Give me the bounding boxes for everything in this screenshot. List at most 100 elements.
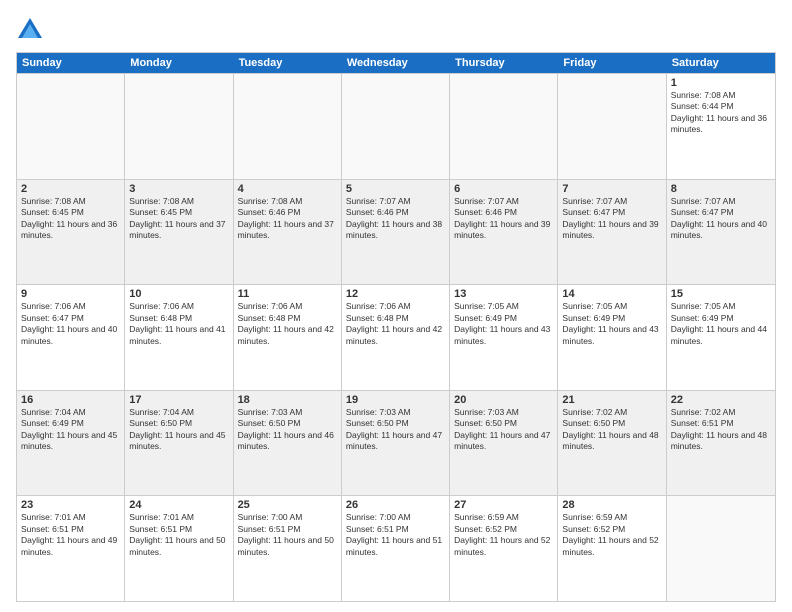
day-info: Sunrise: 7:08 AM Sunset: 6:44 PM Dayligh…	[671, 90, 771, 136]
day-info: Sunrise: 7:07 AM Sunset: 6:46 PM Dayligh…	[346, 196, 445, 242]
day-cell-2: 2Sunrise: 7:08 AM Sunset: 6:45 PM Daylig…	[17, 180, 125, 285]
day-info: Sunrise: 7:05 AM Sunset: 6:49 PM Dayligh…	[454, 301, 553, 347]
day-info: Sunrise: 7:07 AM Sunset: 6:47 PM Dayligh…	[562, 196, 661, 242]
day-cell-9: 9Sunrise: 7:06 AM Sunset: 6:47 PM Daylig…	[17, 285, 125, 390]
day-info: Sunrise: 7:06 AM Sunset: 6:48 PM Dayligh…	[238, 301, 337, 347]
day-info: Sunrise: 7:06 AM Sunset: 6:48 PM Dayligh…	[346, 301, 445, 347]
day-cell-7: 7Sunrise: 7:07 AM Sunset: 6:47 PM Daylig…	[558, 180, 666, 285]
day-info: Sunrise: 7:06 AM Sunset: 6:47 PM Dayligh…	[21, 301, 120, 347]
day-number: 20	[454, 394, 553, 406]
day-number: 22	[671, 394, 771, 406]
day-cell-23: 23Sunrise: 7:01 AM Sunset: 6:51 PM Dayli…	[17, 496, 125, 601]
header-day-saturday: Saturday	[667, 53, 775, 73]
header-day-sunday: Sunday	[17, 53, 125, 73]
header-day-monday: Monday	[125, 53, 233, 73]
day-info: Sunrise: 7:07 AM Sunset: 6:47 PM Dayligh…	[671, 196, 771, 242]
day-number: 1	[671, 77, 771, 89]
day-info: Sunrise: 7:05 AM Sunset: 6:49 PM Dayligh…	[671, 301, 771, 347]
day-cell-empty-5	[558, 74, 666, 179]
day-number: 16	[21, 394, 120, 406]
day-info: Sunrise: 7:04 AM Sunset: 6:49 PM Dayligh…	[21, 407, 120, 453]
day-cell-15: 15Sunrise: 7:05 AM Sunset: 6:49 PM Dayli…	[667, 285, 775, 390]
day-number: 21	[562, 394, 661, 406]
day-cell-27: 27Sunrise: 6:59 AM Sunset: 6:52 PM Dayli…	[450, 496, 558, 601]
week-row-2: 2Sunrise: 7:08 AM Sunset: 6:45 PM Daylig…	[17, 179, 775, 285]
header-day-thursday: Thursday	[450, 53, 558, 73]
day-number: 2	[21, 183, 120, 195]
day-number: 9	[21, 288, 120, 300]
week-row-3: 9Sunrise: 7:06 AM Sunset: 6:47 PM Daylig…	[17, 284, 775, 390]
day-info: Sunrise: 7:08 AM Sunset: 6:46 PM Dayligh…	[238, 196, 337, 242]
day-number: 25	[238, 499, 337, 511]
day-number: 10	[129, 288, 228, 300]
day-cell-16: 16Sunrise: 7:04 AM Sunset: 6:49 PM Dayli…	[17, 391, 125, 496]
day-number: 7	[562, 183, 661, 195]
day-number: 13	[454, 288, 553, 300]
day-number: 23	[21, 499, 120, 511]
day-number: 28	[562, 499, 661, 511]
day-cell-empty-4	[450, 74, 558, 179]
day-number: 6	[454, 183, 553, 195]
day-cell-empty-6	[667, 496, 775, 601]
day-cell-24: 24Sunrise: 7:01 AM Sunset: 6:51 PM Dayli…	[125, 496, 233, 601]
day-info: Sunrise: 7:00 AM Sunset: 6:51 PM Dayligh…	[238, 512, 337, 558]
day-cell-3: 3Sunrise: 7:08 AM Sunset: 6:45 PM Daylig…	[125, 180, 233, 285]
header	[16, 16, 776, 44]
day-info: Sunrise: 7:08 AM Sunset: 6:45 PM Dayligh…	[21, 196, 120, 242]
day-cell-11: 11Sunrise: 7:06 AM Sunset: 6:48 PM Dayli…	[234, 285, 342, 390]
day-number: 27	[454, 499, 553, 511]
day-number: 4	[238, 183, 337, 195]
day-number: 17	[129, 394, 228, 406]
day-info: Sunrise: 7:03 AM Sunset: 6:50 PM Dayligh…	[238, 407, 337, 453]
day-number: 24	[129, 499, 228, 511]
day-number: 5	[346, 183, 445, 195]
day-cell-empty-3	[342, 74, 450, 179]
day-number: 14	[562, 288, 661, 300]
day-cell-21: 21Sunrise: 7:02 AM Sunset: 6:50 PM Dayli…	[558, 391, 666, 496]
day-cell-13: 13Sunrise: 7:05 AM Sunset: 6:49 PM Dayli…	[450, 285, 558, 390]
day-info: Sunrise: 7:01 AM Sunset: 6:51 PM Dayligh…	[129, 512, 228, 558]
day-info: Sunrise: 7:01 AM Sunset: 6:51 PM Dayligh…	[21, 512, 120, 558]
calendar: SundayMondayTuesdayWednesdayThursdayFrid…	[16, 52, 776, 602]
day-cell-12: 12Sunrise: 7:06 AM Sunset: 6:48 PM Dayli…	[342, 285, 450, 390]
day-info: Sunrise: 6:59 AM Sunset: 6:52 PM Dayligh…	[454, 512, 553, 558]
day-number: 8	[671, 183, 771, 195]
day-cell-8: 8Sunrise: 7:07 AM Sunset: 6:47 PM Daylig…	[667, 180, 775, 285]
day-info: Sunrise: 7:05 AM Sunset: 6:49 PM Dayligh…	[562, 301, 661, 347]
week-row-4: 16Sunrise: 7:04 AM Sunset: 6:49 PM Dayli…	[17, 390, 775, 496]
calendar-header: SundayMondayTuesdayWednesdayThursdayFrid…	[17, 53, 775, 73]
day-cell-empty-1	[125, 74, 233, 179]
header-day-wednesday: Wednesday	[342, 53, 450, 73]
page: SundayMondayTuesdayWednesdayThursdayFrid…	[0, 0, 792, 612]
day-cell-empty-0	[17, 74, 125, 179]
day-cell-19: 19Sunrise: 7:03 AM Sunset: 6:50 PM Dayli…	[342, 391, 450, 496]
day-number: 15	[671, 288, 771, 300]
day-cell-20: 20Sunrise: 7:03 AM Sunset: 6:50 PM Dayli…	[450, 391, 558, 496]
day-info: Sunrise: 7:02 AM Sunset: 6:50 PM Dayligh…	[562, 407, 661, 453]
day-cell-6: 6Sunrise: 7:07 AM Sunset: 6:46 PM Daylig…	[450, 180, 558, 285]
calendar-body: 1Sunrise: 7:08 AM Sunset: 6:44 PM Daylig…	[17, 73, 775, 601]
day-cell-18: 18Sunrise: 7:03 AM Sunset: 6:50 PM Dayli…	[234, 391, 342, 496]
day-info: Sunrise: 7:06 AM Sunset: 6:48 PM Dayligh…	[129, 301, 228, 347]
day-cell-22: 22Sunrise: 7:02 AM Sunset: 6:51 PM Dayli…	[667, 391, 775, 496]
day-number: 26	[346, 499, 445, 511]
day-number: 18	[238, 394, 337, 406]
logo	[16, 16, 48, 44]
day-cell-1: 1Sunrise: 7:08 AM Sunset: 6:44 PM Daylig…	[667, 74, 775, 179]
day-info: Sunrise: 7:03 AM Sunset: 6:50 PM Dayligh…	[454, 407, 553, 453]
logo-icon	[16, 16, 44, 44]
day-cell-4: 4Sunrise: 7:08 AM Sunset: 6:46 PM Daylig…	[234, 180, 342, 285]
day-info: Sunrise: 7:08 AM Sunset: 6:45 PM Dayligh…	[129, 196, 228, 242]
day-number: 3	[129, 183, 228, 195]
day-info: Sunrise: 6:59 AM Sunset: 6:52 PM Dayligh…	[562, 512, 661, 558]
header-day-tuesday: Tuesday	[234, 53, 342, 73]
header-day-friday: Friday	[558, 53, 666, 73]
day-cell-empty-2	[234, 74, 342, 179]
week-row-5: 23Sunrise: 7:01 AM Sunset: 6:51 PM Dayli…	[17, 495, 775, 601]
day-info: Sunrise: 7:00 AM Sunset: 6:51 PM Dayligh…	[346, 512, 445, 558]
day-cell-26: 26Sunrise: 7:00 AM Sunset: 6:51 PM Dayli…	[342, 496, 450, 601]
day-number: 19	[346, 394, 445, 406]
day-info: Sunrise: 7:07 AM Sunset: 6:46 PM Dayligh…	[454, 196, 553, 242]
day-info: Sunrise: 7:04 AM Sunset: 6:50 PM Dayligh…	[129, 407, 228, 453]
week-row-1: 1Sunrise: 7:08 AM Sunset: 6:44 PM Daylig…	[17, 73, 775, 179]
